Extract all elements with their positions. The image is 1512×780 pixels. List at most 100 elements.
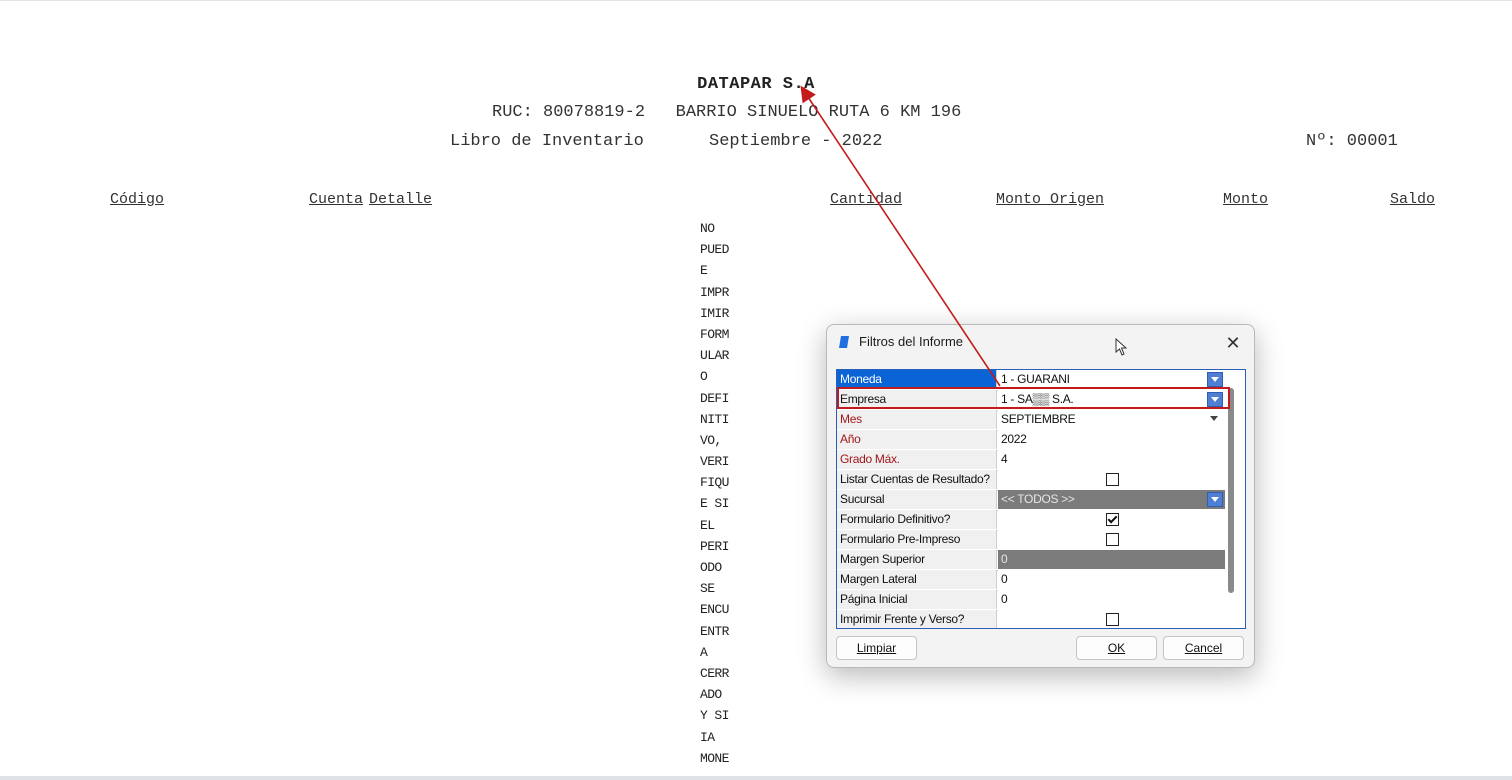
field-label-imprimir-frente-verso: Imprimir Frente y Verso? [837,610,997,628]
field-row-margen-superior[interactable]: Margen Superior 0 [837,550,1225,571]
warning-line: VERI [700,454,729,470]
column-header-cuenta: Cuenta [309,191,364,208]
warning-line: SE [700,581,715,597]
page-number: Nº: 00001 [1306,132,1398,151]
column-header-cantidad: Cantidad [830,191,903,208]
column-header-detalle: Detalle [369,191,433,208]
warning-line: VO, [700,432,722,448]
column-header-saldo: Saldo [1390,191,1436,208]
clear-button-label: Limpiar [856,641,897,655]
field-row-margen-lateral[interactable]: Margen Lateral 0 [837,570,1225,591]
warning-line: ENTR [700,623,729,639]
chevron-down-icon[interactable] [1207,492,1223,507]
ruc-address-line: RUC: 80078819-2 BARRIO SINUELO RUTA 6 KM… [492,103,962,122]
dialog-title: Filtros del Informe [859,334,964,349]
filters-grid: Moneda 1 - GUARANI Empresa 1 - SA▒▒ S.A.… [836,369,1246,629]
field-row-imprimir-frente-verso[interactable]: Imprimir Frente y Verso? [837,610,1225,628]
warning-line: ULAR [700,348,729,364]
warning-line: E [700,263,708,279]
warning-line: A [700,644,708,660]
field-row-formulario-definitivo[interactable]: Formulario Definitivo? [837,510,1225,531]
mes-select[interactable]: SEPTIEMBRE [998,410,1225,429]
listar-cuentas-checkbox[interactable] [1106,473,1119,486]
field-label-sucursal: Sucursal [837,490,997,509]
warning-line: ENCU [700,602,729,618]
field-row-formulario-preimpreso[interactable]: Formulario Pre-Impreso [837,530,1225,551]
moneda-select[interactable]: 1 - GUARANI [998,370,1225,389]
margen-lateral-input[interactable]: 0 [998,570,1225,589]
field-label-listar-cuentas: Listar Cuentas de Resultado? [837,470,997,489]
chevron-down-icon[interactable] [1207,372,1223,387]
listar-cuentas-cell [998,470,1225,489]
field-label-margen-lateral: Margen Lateral [837,570,997,589]
warning-line: EL [700,517,715,533]
warning-line: ODO [700,560,722,575]
warning-line: FIQU [700,475,729,491]
field-row-anio[interactable]: Año 2022 [837,430,1225,451]
warning-line: FORM [700,326,729,342]
field-row-mes[interactable]: Mes SEPTIEMBRE [837,410,1225,431]
field-row-listar-cuentas[interactable]: Listar Cuentas de Resultado? [837,470,1225,491]
field-label-moneda: Moneda [837,370,997,389]
imprimir-frente-verso-checkbox[interactable] [1106,613,1119,626]
field-label-mes: Mes [837,410,997,429]
warning-line: NITI [700,411,729,427]
warning-line: CERR [700,665,729,681]
filters-dialog: Filtros del Informe ✕ Moneda 1 - GUARANI… [826,324,1255,668]
bottom-border [0,776,1512,780]
warning-line: NO [700,221,715,236]
field-label-formulario-preimpreso: Formulario Pre-Impreso [837,530,997,549]
book-title: Libro de Inventario [450,132,644,151]
column-header-monto-origen: Monto Origen [996,191,1105,208]
grid-scrollbar[interactable] [1228,388,1234,593]
anio-input[interactable]: 2022 [998,430,1225,449]
warning-line: MONE [700,750,729,766]
cancel-button-label: Cancel [1184,641,1223,655]
pagina-inicial-input[interactable]: 0 [998,590,1225,609]
close-button[interactable]: ✕ [1221,332,1245,354]
warning-line: PERI [700,538,729,554]
ok-button[interactable]: OK [1076,636,1157,660]
chevron-down-icon[interactable] [1207,412,1223,427]
mouse-pointer-icon [1115,338,1127,356]
report-period: Septiembre - 2022 [709,132,883,151]
field-row-pagina-inicial[interactable]: Página Inicial 0 [837,590,1225,611]
warning-line: IMIR [700,305,729,321]
formulario-preimpreso-checkbox[interactable] [1106,533,1119,546]
grado-max-input[interactable]: 4 [998,450,1225,469]
formulario-preimpreso-cell [998,530,1225,549]
column-header-codigo: Código [110,191,165,208]
field-row-empresa[interactable]: Empresa 1 - SA▒▒ S.A. [837,390,1225,411]
field-row-grado-max[interactable]: Grado Máx. 4 [837,450,1225,471]
field-label-pagina-inicial: Página Inicial [837,590,997,609]
cancel-button[interactable]: Cancel [1163,636,1244,660]
field-label-formulario-definitivo: Formulario Definitivo? [837,510,997,529]
field-row-sucursal[interactable]: Sucursal << TODOS >> [837,490,1225,511]
formulario-definitivo-cell [998,510,1225,529]
warning-line: E SI [700,496,729,512]
column-header-monto: Monto [1223,191,1269,208]
warning-line: ADO [700,687,722,703]
clear-button[interactable]: Limpiar [836,636,917,660]
field-row-moneda[interactable]: Moneda 1 - GUARANI [837,370,1225,391]
warning-line: PUED [700,242,729,258]
field-label-anio: Año [837,430,997,449]
warning-line: IA [700,729,715,745]
warning-line: Y SI [700,708,729,724]
formulario-definitivo-checkbox[interactable] [1106,513,1119,526]
margen-superior-input[interactable]: 0 [998,550,1225,569]
field-label-margen-superior: Margen Superior [837,550,997,569]
dialog-titlebar[interactable]: Filtros del Informe ✕ [827,325,1254,359]
warning-line: O [700,369,708,385]
warning-line: IMPR [700,284,729,300]
app-logo-icon [839,336,849,348]
company-name: DATAPAR S.A [697,75,815,94]
warning-line: DEFI [700,390,729,406]
sucursal-select[interactable]: << TODOS >> [998,490,1225,509]
warning-text: NO PUED E IMPR IMIR FORM ULAR O DEFI NITI VO, VERI F… [700,218,729,769]
field-label-empresa: Empresa [837,390,997,409]
imprimir-frente-verso-cell [998,610,1225,628]
empresa-select[interactable]: 1 - SA▒▒ S.A. [998,390,1225,409]
chevron-down-icon[interactable] [1207,392,1223,407]
ok-button-label: OK [1107,641,1126,655]
